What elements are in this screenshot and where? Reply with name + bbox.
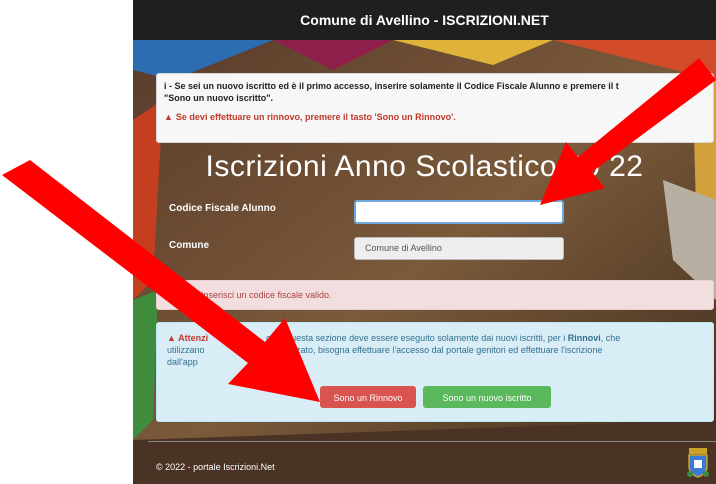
info-line-2-text: Se devi effettuare un rinnovo, premere i…	[175, 112, 456, 122]
notice-text-1: o da questa sezione deve essere eseguito…	[266, 333, 566, 343]
nuovo-iscritto-button[interactable]: Sono un nuovo iscritto	[423, 386, 551, 408]
rinnovo-button[interactable]: Sono un Rinnovo	[320, 386, 416, 408]
notice-text-2: , che	[600, 333, 621, 343]
portal-window: Comune di Avellino - ISCRIZIONI.NET i - …	[133, 0, 716, 484]
comune-field: Comune di Avellino	[354, 237, 564, 260]
notice-line-2b: ormatizzato, bisogna effettuare l'access…	[266, 345, 603, 355]
warning-icon: ▲	[167, 333, 179, 343]
app-title: Comune di Avellino - ISCRIZIONI.NET	[300, 12, 549, 28]
notice-line-3: dall'app	[167, 357, 198, 367]
info-line-2: ▲ Se devi effettuare un rinnovo, premere …	[164, 112, 706, 122]
notice-line-1: ▲ Attenzi o da questa sezione deve essere…	[167, 332, 703, 344]
warning-icon: ▲	[164, 112, 173, 122]
footer-text: © 2022 - portale Iscrizioni.Net	[156, 462, 275, 472]
alert-text: Inserisci un codice fiscale valido.	[198, 290, 332, 300]
notice-bold: Rinnovi	[567, 333, 601, 343]
footer-divider	[148, 441, 716, 442]
codice-fiscale-input[interactable]	[354, 200, 564, 224]
page-title: Iscrizioni Anno Scolastico 20 22	[205, 150, 644, 183]
notice-warn: Attenzi	[178, 333, 209, 343]
codice-fiscale-label: Codice Fiscale Alunno	[169, 203, 276, 214]
alert-strong: nzione!	[167, 290, 199, 300]
city-crest-icon	[687, 448, 709, 478]
info-line-1: i - Se sei un nuovo iscritto ed è il pri…	[164, 81, 619, 91]
app-header: Comune di Avellino - ISCRIZIONI.NET	[133, 0, 716, 40]
error-alert: nzione! Inserisci un codice fiscale vali…	[156, 280, 714, 310]
info-line-1b: "Sono un nuovo iscritto".	[164, 93, 274, 103]
notice-line-2: utilizzano ormatizzato, bisogna effettuar…	[167, 344, 703, 356]
notice-line-2a: utilizzano	[167, 345, 205, 355]
comune-label: Comune	[169, 240, 209, 251]
info-box: i - Se sei un nuovo iscritto ed è il pri…	[156, 73, 714, 143]
